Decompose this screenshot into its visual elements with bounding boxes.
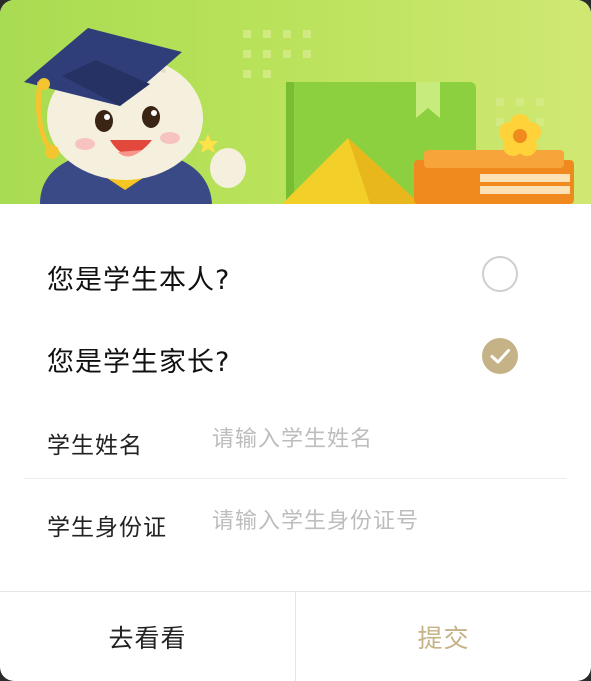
option-student-self-label: 您是学生本人? (47, 265, 231, 296)
option-student-parent-label: 您是学生家长? (47, 347, 231, 378)
radio-unchecked-icon[interactable] (482, 256, 518, 292)
dialog: 您是学生本人? 您是学生家长? 学生姓名 学生身份证 去看看 提交 (0, 0, 591, 681)
option-student-self[interactable]: 您是学生本人? (0, 246, 591, 306)
banner-illustration (0, 0, 591, 204)
student-id-input[interactable] (212, 504, 552, 538)
student-name-input[interactable] (212, 422, 552, 456)
checkmark-icon (490, 349, 510, 364)
option-student-parent[interactable]: 您是学生家长? (0, 328, 591, 388)
student-name-label: 学生姓名 (47, 433, 143, 459)
student-id-row: 学生身份证 (0, 486, 591, 558)
student-id-label: 学生身份证 (47, 515, 167, 541)
go-look-button[interactable]: 去看看 (0, 592, 296, 681)
dialog-footer: 去看看 提交 (0, 591, 591, 681)
student-name-row: 学生姓名 (0, 404, 591, 476)
submit-button[interactable]: 提交 (296, 592, 591, 681)
radio-checked-icon[interactable] (482, 338, 518, 374)
graduation-mascot-illustration (24, 28, 574, 204)
divider (24, 478, 567, 479)
